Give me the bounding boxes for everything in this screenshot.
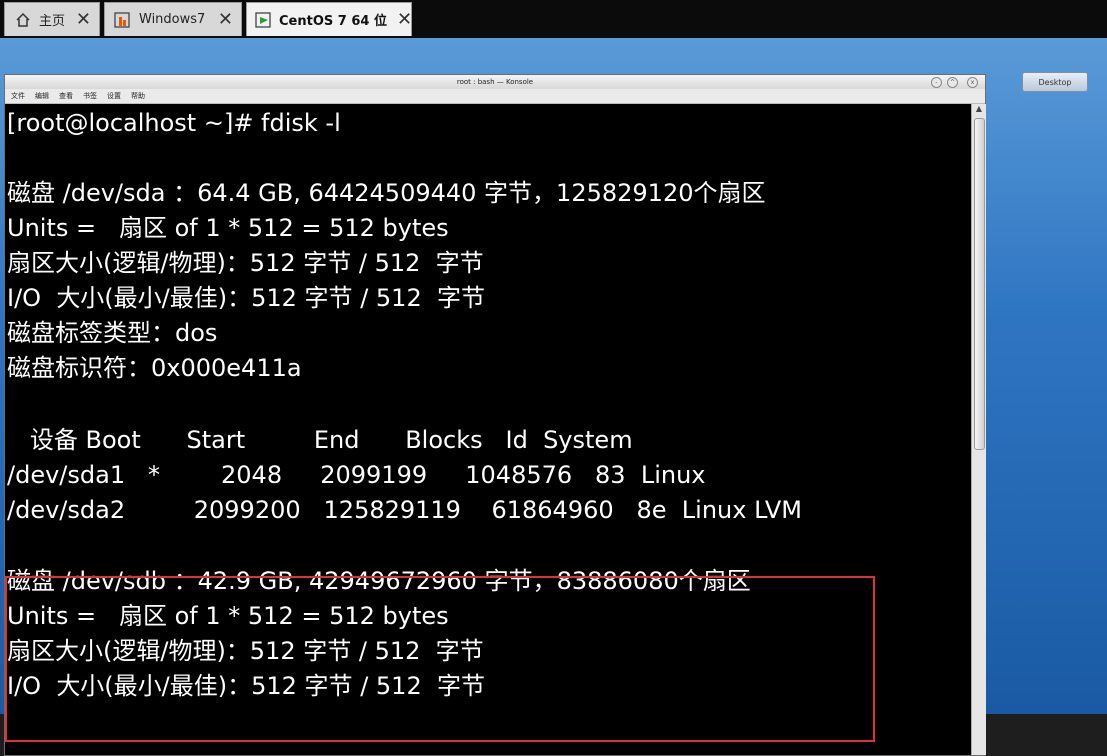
terminal-line: I/O 大小(最小/最佳)：512 字节 / 512 字节	[7, 284, 485, 312]
close-icon[interactable]: ✕	[66, 10, 91, 29]
menu-file[interactable]: 文件	[11, 91, 25, 101]
desktop-button[interactable]: Desktop	[1022, 72, 1088, 92]
terminal-line: 磁盘标签类型：dos	[7, 319, 218, 347]
scroll-up-icon[interactable]: ▲	[972, 104, 986, 116]
menu-help[interactable]: 帮助	[131, 91, 145, 101]
scrollbar-thumb[interactable]	[974, 118, 985, 450]
terminal-line: 磁盘 /dev/sdb ：42.9 GB, 42949672960 字节，838…	[7, 567, 751, 595]
terminal-line: 扇区大小(逻辑/物理)：512 字节 / 512 字节	[7, 637, 484, 665]
terminal-line: I/O 大小(最小/最佳)：512 字节 / 512 字节	[7, 672, 485, 700]
menu-bookmarks[interactable]: 书签	[83, 91, 97, 101]
vm-screen[interactable]: Desktop root : bash — Konsole - ^ x 文件 编…	[0, 38, 1107, 756]
terminal-line: [root@localhost ~]# fdisk -l	[7, 109, 341, 137]
menu-settings[interactable]: 设置	[107, 91, 121, 101]
desktop-label: Desktop	[1038, 77, 1072, 87]
menu-edit[interactable]: 编辑	[35, 91, 49, 101]
vm-icon	[113, 10, 133, 30]
tab-windows7-label: Windows7	[139, 12, 206, 27]
minimize-icon[interactable]: -	[931, 77, 942, 88]
tab-home-label: 主页	[39, 14, 66, 29]
tab-centos-label: CentOS 7 64 位	[279, 14, 387, 29]
terminal-line: Units = 扇区 of 1 * 512 = 512 bytes	[7, 214, 449, 242]
terminal-line: 设备 Boot Start End Blocks Id System	[7, 426, 633, 454]
konsole-titlebar[interactable]: root : bash — Konsole - ^ x	[5, 75, 985, 89]
close-icon[interactable]: ✕	[387, 10, 412, 29]
konsole-window[interactable]: root : bash — Konsole - ^ x 文件 编辑 查看 书签 …	[4, 74, 986, 756]
menu-view[interactable]: 查看	[59, 91, 73, 101]
terminal-output[interactable]: [root@localhost ~]# fdisk -l 磁盘 /dev/sda…	[5, 104, 969, 755]
vm-tab-bar: 主页 ✕ Windows7 ✕ CentOS 7 64 位 ✕	[0, 0, 1107, 38]
tab-home[interactable]: 主页 ✕	[4, 2, 100, 36]
terminal-line: /dev/sda2 2099200 125829119 61864960 8e …	[7, 496, 802, 524]
maximize-icon[interactable]: ^	[947, 77, 958, 88]
terminal-line: Units = 扇区 of 1 * 512 = 512 bytes	[7, 602, 449, 630]
home-icon	[13, 10, 33, 30]
tab-windows7[interactable]: Windows7 ✕	[104, 2, 242, 36]
terminal-scrollbar[interactable]: ▲	[971, 104, 986, 755]
tab-centos[interactable]: CentOS 7 64 位 ✕	[246, 2, 412, 36]
konsole-menubar: 文件 编辑 查看 书签 设置 帮助	[5, 89, 985, 104]
terminal-line: 磁盘标识符：0x000e411a	[7, 354, 302, 382]
terminal-line: 扇区大小(逻辑/物理)：512 字节 / 512 字节	[7, 249, 484, 277]
close-icon[interactable]: x	[967, 77, 978, 88]
close-icon[interactable]: ✕	[208, 10, 233, 29]
window-title: root : bash — Konsole	[456, 78, 534, 86]
terminal-line: 磁盘 /dev/sda ：64.4 GB, 64424509440 字节，125…	[7, 179, 766, 207]
vm-icon	[255, 10, 273, 30]
terminal-line: /dev/sda1 * 2048 2099199 1048576 83 Linu…	[7, 461, 706, 489]
